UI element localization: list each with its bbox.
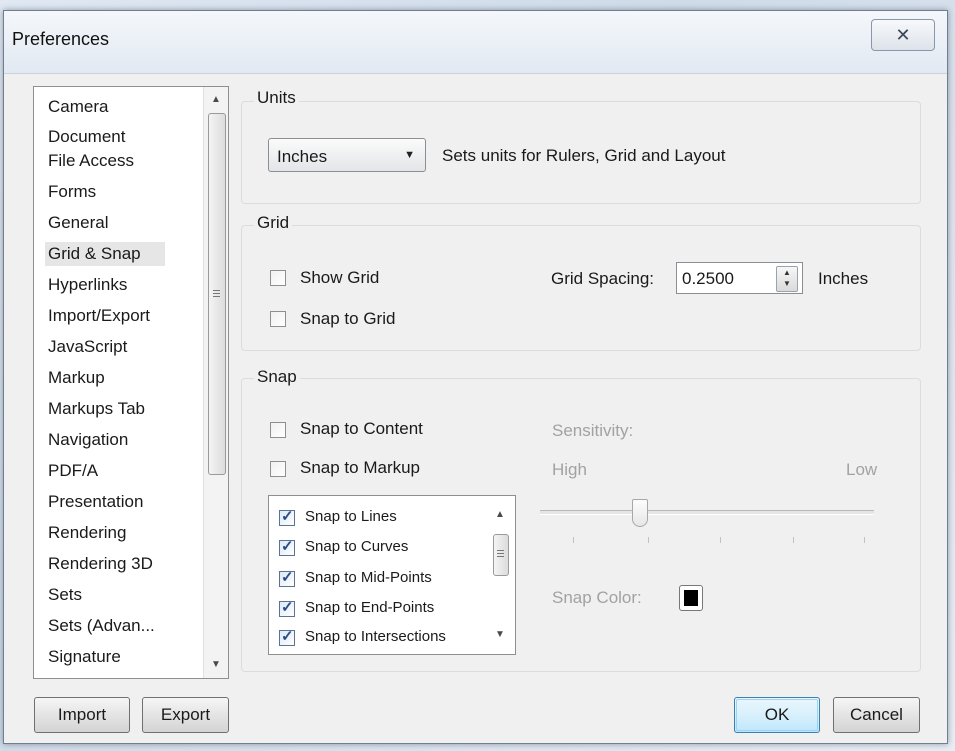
snap-to-grid-label: Snap to Grid	[300, 309, 396, 328]
close-icon: ✕	[895, 24, 911, 45]
grid-spacing-value: 0.2500	[682, 269, 734, 288]
snap-to-markup-checkbox[interactable]	[270, 461, 286, 477]
snap-to-intersections-checkbox[interactable]: ✓	[279, 628, 295, 646]
category-item-file-access[interactable]: File Access	[48, 149, 134, 173]
close-button[interactable]: ✕	[871, 19, 935, 51]
snap-to-markup-label: Snap to Markup	[300, 458, 421, 477]
category-item-import-export[interactable]: Import/Export	[48, 304, 150, 328]
snap-color-button[interactable]	[679, 585, 703, 611]
title-bar[interactable]: Preferences ✕	[4, 11, 947, 74]
snap-list-scrollbar[interactable]: ▲ ▼	[489, 496, 515, 654]
slider-tick	[864, 537, 865, 543]
grid-spacing-units: Inches	[818, 269, 869, 288]
import-button[interactable]: Import	[34, 697, 130, 733]
sensitivity-slider-thumb[interactable]	[632, 499, 649, 527]
units-description: Sets units for Rulers, Grid and Layout	[442, 146, 726, 165]
color-swatch-icon	[684, 590, 698, 606]
snap-to-lines-checkbox[interactable]: ✓	[279, 508, 295, 526]
slider-tick	[648, 537, 649, 543]
category-item-forms[interactable]: Forms	[48, 180, 96, 204]
dialog-title: Preferences	[12, 29, 110, 49]
category-item-general[interactable]: General	[48, 211, 108, 235]
snap-to-content-checkbox[interactable]	[270, 422, 286, 438]
scroll-down-icon[interactable]: ▼	[204, 654, 228, 676]
snap-group-label: Snap	[254, 367, 300, 387]
category-item-signature[interactable]: Signature	[48, 645, 121, 669]
units-dropdown-value: Inches	[277, 147, 328, 166]
snap-color-label: Snap Color:	[552, 588, 642, 607]
snap-to-intersections-label: Snap to Intersections	[305, 628, 446, 645]
units-dropdown[interactable]: Inches ▼	[268, 138, 426, 172]
category-item-document[interactable]: Document	[48, 125, 125, 149]
snap-to-end-points-label: Snap to End-Points	[305, 599, 435, 616]
sensitivity-low-label: Low	[846, 460, 878, 479]
sensitivity-label: Sensitivity:	[552, 421, 634, 440]
scrollbar-thumb[interactable]	[208, 113, 226, 475]
export-button[interactable]: Export	[142, 697, 229, 733]
category-item-pdf-a[interactable]: PDF/A	[48, 459, 98, 483]
snap-to-mid-points-label: Snap to Mid-Points	[305, 569, 432, 586]
category-item-rendering[interactable]: Rendering	[48, 521, 126, 545]
show-grid-label: Show Grid	[300, 268, 380, 287]
units-group-label: Units	[254, 88, 299, 108]
checkmark-icon: ✓	[281, 628, 294, 645]
sensitivity-high-label: High	[552, 460, 587, 479]
grid-spacing-label: Grid Spacing:	[551, 269, 654, 288]
category-item-hyperlinks[interactable]: Hyperlinks	[48, 273, 127, 297]
snap-to-lines-label: Snap to Lines	[305, 508, 397, 525]
scroll-up-icon[interactable]: ▲	[489, 504, 511, 526]
sensitivity-slider-track[interactable]	[540, 510, 874, 515]
snap-to-end-points-checkbox[interactable]: ✓	[279, 599, 295, 617]
category-item-navigation[interactable]: Navigation	[48, 428, 128, 452]
snap-to-mid-points-checkbox[interactable]: ✓	[279, 569, 295, 587]
spin-arrows-icon[interactable]: ▲ ▼	[776, 266, 798, 292]
category-item-markups-tab[interactable]: Markups Tab	[48, 397, 145, 421]
category-scrollbar[interactable]: ▲ ▼	[203, 87, 228, 678]
checkmark-icon: ✓	[281, 538, 294, 555]
category-item-sets-advanced[interactable]: Sets (Advan...	[48, 614, 155, 638]
checkmark-icon: ✓	[281, 508, 294, 525]
category-item-sets[interactable]: Sets	[48, 583, 82, 607]
slider-tick	[573, 537, 574, 543]
category-item-rendering-3d[interactable]: Rendering 3D	[48, 552, 153, 576]
snap-options-list[interactable]: ✓ Snap to Lines ✓ Snap to Curves ✓ Snap …	[268, 495, 516, 655]
category-item-camera[interactable]: Camera	[48, 95, 108, 119]
snap-to-grid-checkbox[interactable]	[270, 311, 286, 327]
category-item-presentation[interactable]: Presentation	[48, 490, 143, 514]
cancel-button[interactable]: Cancel	[833, 697, 920, 733]
snap-to-curves-label: Snap to Curves	[305, 538, 409, 555]
checkmark-icon: ✓	[281, 599, 294, 616]
category-item-grid-snap[interactable]: Grid & Snap	[45, 242, 165, 266]
slider-tick	[720, 537, 721, 543]
slider-tick	[793, 537, 794, 543]
show-grid-checkbox[interactable]	[270, 270, 286, 286]
scroll-up-icon[interactable]: ▲	[204, 89, 228, 111]
snap-to-content-label: Snap to Content	[300, 419, 423, 438]
scroll-down-icon[interactable]: ▼	[489, 624, 511, 646]
ok-button[interactable]: OK	[734, 697, 820, 733]
scrollbar-thumb[interactable]	[493, 534, 509, 576]
chevron-down-icon: ▼	[404, 149, 415, 161]
category-list[interactable]: Camera Document File Access Forms Genera…	[33, 86, 229, 679]
category-item-markup[interactable]: Markup	[48, 366, 105, 390]
checkmark-icon: ✓	[281, 569, 294, 586]
grid-group-label: Grid	[254, 213, 293, 233]
grid-spacing-input[interactable]: 0.2500 ▲ ▼	[676, 262, 803, 294]
snap-to-curves-checkbox[interactable]: ✓	[279, 538, 295, 556]
category-item-javascript[interactable]: JavaScript	[48, 335, 127, 359]
